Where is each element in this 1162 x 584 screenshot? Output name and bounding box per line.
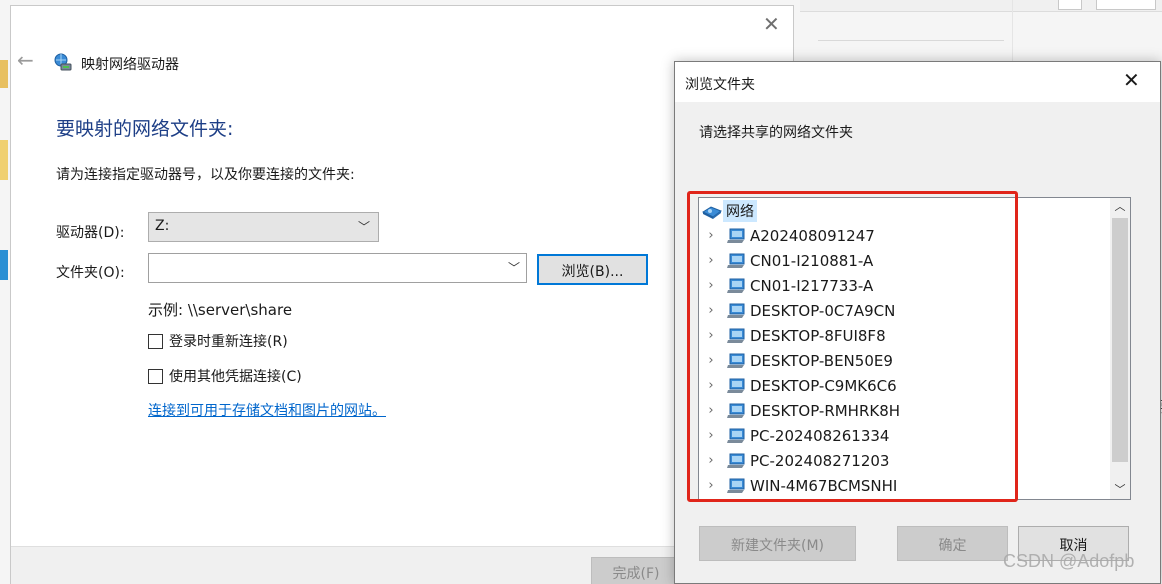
background-folder-icon [0,140,8,180]
tree-item-computer[interactable]: › CN01-I217733-A [699,273,873,298]
network-drive-icon [54,53,72,71]
computer-icon [727,253,745,268]
chevron-right-icon[interactable]: › [699,253,723,268]
chevron-right-icon[interactable]: › [699,278,723,293]
close-icon[interactable]: ✕ [1123,70,1140,90]
chevron-right-icon[interactable]: › [699,228,723,243]
tree-item-computer[interactable]: › DESKTOP-8FUI8F8 [699,323,886,348]
chevron-down-icon[interactable]: ﹀ [508,259,520,276]
page-description: 请为连接指定驱动器号，以及你要连接的文件夹: [56,167,355,183]
website-link[interactable]: 连接到可用于存储文档和图片的网站。 [148,400,386,420]
other-credentials-checkbox[interactable]: 使用其他凭据连接(C) [148,366,302,386]
tree-item-label: DESKTOP-BEN50E9 [750,351,893,370]
tree-item-computer[interactable]: › DESKTOP-C9MK6C6 [699,373,897,398]
chevron-right-icon[interactable]: › [699,328,723,343]
page-heading: 要映射的网络文件夹: [56,118,234,140]
folder-label: 文件夹(O): [56,265,125,281]
background-folder-icon [0,60,8,88]
tree-root-network[interactable]: 网络 [701,200,757,222]
tree-item-computer[interactable]: › PC-202408271203 [699,448,889,473]
folder-input[interactable]: ﹀ [148,253,527,283]
tree-item-label: CN01-I217733-A [750,276,874,295]
background-app-icon [0,250,8,280]
computer-icon [727,478,745,493]
browse-folder-dialog: 浏览文件夹 ✕ 请选择共享的网络文件夹 网络 › A202408091247 › CN… [674,61,1161,584]
chevron-right-icon[interactable]: › [699,403,723,418]
tree-root-label: 网络 [723,200,757,222]
background-button [1096,0,1156,10]
dialog-title: 浏览文件夹 [685,77,755,93]
close-icon[interactable]: ✕ [763,14,780,34]
tree-item-computer[interactable]: › A202408091247 [699,223,875,248]
window-title: 映射网络驱动器 [81,57,179,73]
computer-icon [727,353,745,368]
reconnect-label: 登录时重新连接(R) [169,334,288,350]
chevron-right-icon[interactable]: › [699,378,723,393]
drive-select[interactable]: Z: ﹀ [148,212,379,242]
computer-icon [727,453,745,468]
chevron-right-icon[interactable]: › [699,453,723,468]
scroll-down-icon[interactable]: ﹀ [1110,481,1130,499]
chevron-right-icon[interactable]: › [699,353,723,368]
watermark: CSDN @Adofpb [1003,551,1135,571]
tree-item-label: WIN-4M67BCMSNHI [750,476,898,495]
background-divider [818,40,1004,41]
other-credentials-label: 使用其他凭据连接(C) [169,369,302,385]
computer-icon [727,403,745,418]
tree-item-label: PC-202408261334 [750,426,890,445]
tree-item-label: CN01-I210881-A [750,251,874,270]
computer-icon [727,428,745,443]
browse-button[interactable]: 浏览(B)... [537,254,648,285]
scroll-up-icon[interactable]: ︿ [1110,198,1130,216]
example-text: 示例: \\server\share [148,301,293,319]
tree-item-label: A202408091247 [750,226,875,245]
finish-button[interactable]: 完成(F) [591,557,681,584]
checkbox-box[interactable] [148,333,163,349]
background-button [1058,0,1082,10]
vertical-scrollbar[interactable]: ︿ ﹀ [1110,198,1130,499]
computer-icon [727,278,745,293]
ok-button[interactable]: 确定 [897,526,1008,561]
tree-item-computer[interactable]: › PC-202408261334 [699,423,889,448]
tree-item-label: DESKTOP-0C7A9CN [750,301,896,320]
network-icon [701,206,723,219]
dialog-prompt: 请选择共享的网络文件夹 [699,125,853,141]
chevron-right-icon[interactable]: › [699,303,723,318]
drive-label: 驱动器(D): [56,225,125,241]
background-toolbar [800,0,1162,12]
tree-item-label: DESKTOP-8FUI8F8 [750,326,886,345]
checkbox-box[interactable] [148,368,163,384]
tree-item-computer[interactable]: › CN01-I210881-A [699,248,873,273]
tree-item-label: DESKTOP-C9MK6C6 [750,376,897,395]
tree-item-label: PC-202408271203 [750,451,890,470]
reconnect-checkbox[interactable]: 登录时重新连接(R) [148,331,288,351]
folder-tree[interactable]: 网络 › A202408091247 › CN01-I210881-A › CN01-I2… [698,197,1131,500]
chevron-right-icon[interactable]: › [699,478,723,493]
tree-item-label: DESKTOP-RMHRK8H [750,401,901,420]
tree-item-computer[interactable]: › WIN-4M67BCMSNHI [699,473,897,498]
tree-item-computer[interactable]: › DESKTOP-0C7A9CN [699,298,895,323]
new-folder-button[interactable]: 新建文件夹(M) [699,526,856,561]
scroll-thumb[interactable] [1112,218,1128,462]
computer-icon [727,303,745,318]
chevron-right-icon[interactable]: › [699,428,723,443]
computer-icon [727,228,745,243]
back-arrow-icon[interactable]: ← [17,50,34,70]
computer-icon [727,378,745,393]
tree-item-computer[interactable]: › DESKTOP-BEN50E9 [699,348,893,373]
chevron-down-icon: ﹀ [357,220,370,234]
tree-item-computer[interactable]: › DESKTOP-RMHRK8H [699,398,900,423]
computer-icon [727,328,745,343]
drive-select-value: Z: [155,218,170,234]
